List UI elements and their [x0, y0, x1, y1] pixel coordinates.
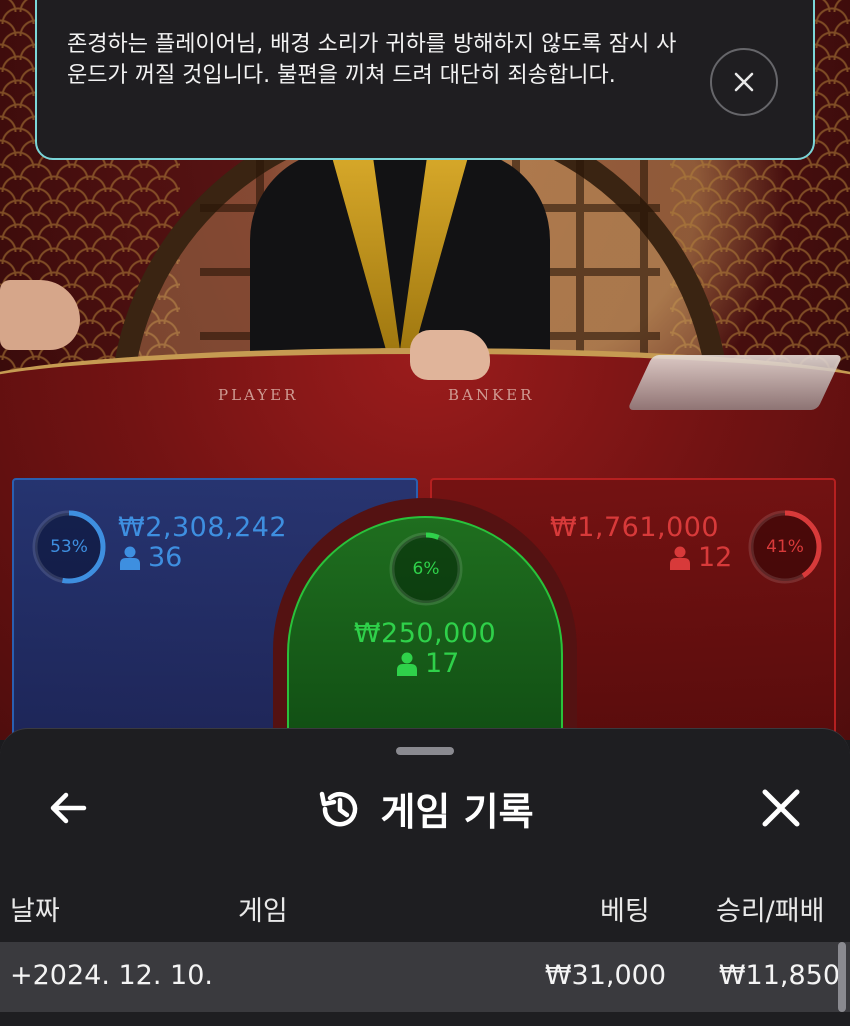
player-percent: 53%	[50, 537, 88, 557]
game-history-sheet: 게임 기록 날짜 게임 베팅 승리/패배 +2024. 12. 10. ₩31,…	[0, 728, 850, 1026]
player-bettor-count: 36	[120, 542, 182, 573]
tie-percent: 6%	[412, 559, 440, 579]
person-icon	[120, 546, 140, 570]
player-percent-ring: 53%	[30, 508, 108, 586]
sheet-header: 게임 기록	[0, 781, 850, 836]
tie-bettor-count-value: 17	[425, 648, 460, 679]
banker-percent: 41%	[766, 537, 804, 557]
row-bet: ₩31,000	[544, 960, 666, 991]
column-header-bet[interactable]: 베팅	[600, 889, 650, 928]
row-date[interactable]: +2024. 12. 10.	[10, 960, 213, 991]
row-winloss: ₩11,850	[718, 960, 840, 991]
player-bet-amount: ₩2,308,242	[118, 512, 288, 543]
table-row[interactable]: +2024. 12. 10. ₩31,000 ₩11,850	[0, 942, 850, 1012]
table-label-player: PLAYER	[218, 386, 299, 404]
table-label-banker: BANKER	[448, 386, 535, 404]
sheet-title: 게임 기록	[380, 790, 534, 834]
person-icon	[670, 546, 690, 570]
notice-message: 존경하는 플레이어님, 배경 소리가 귀하를 방해하지 않도록 잠시 사운드가 …	[67, 32, 677, 88]
banker-bettor-count: 12	[670, 542, 732, 573]
person-icon	[397, 652, 417, 676]
player-bettor-count-value: 36	[148, 542, 183, 573]
history-icon	[320, 791, 358, 826]
tie-percent-ring: 6%	[387, 530, 465, 608]
sheet-drag-handle[interactable]	[396, 747, 454, 755]
column-header-winloss[interactable]: 승리/패배	[716, 889, 824, 928]
card-shoe	[627, 355, 843, 410]
close-icon	[762, 789, 800, 827]
close-icon	[734, 72, 754, 92]
dealer-left-hand	[0, 280, 80, 350]
banker-bettor-count-value: 12	[698, 542, 733, 573]
notice-close-button[interactable]	[710, 48, 778, 116]
banker-percent-ring: 41%	[746, 508, 824, 586]
close-sheet-button[interactable]	[756, 783, 806, 833]
tie-bettor-count: 17	[397, 648, 459, 679]
column-header-date[interactable]: 날짜	[10, 889, 60, 928]
banker-bet-amount: ₩1,761,000	[550, 512, 720, 543]
tie-bet-amount: ₩250,000	[353, 618, 497, 649]
column-header-game[interactable]: 게임	[238, 889, 288, 928]
scrollbar[interactable]	[838, 942, 846, 1012]
sound-notice-banner: 존경하는 플레이어님, 배경 소리가 귀하를 방해하지 않도록 잠시 사운드가 …	[35, 0, 815, 160]
dealer-hand	[410, 330, 490, 380]
